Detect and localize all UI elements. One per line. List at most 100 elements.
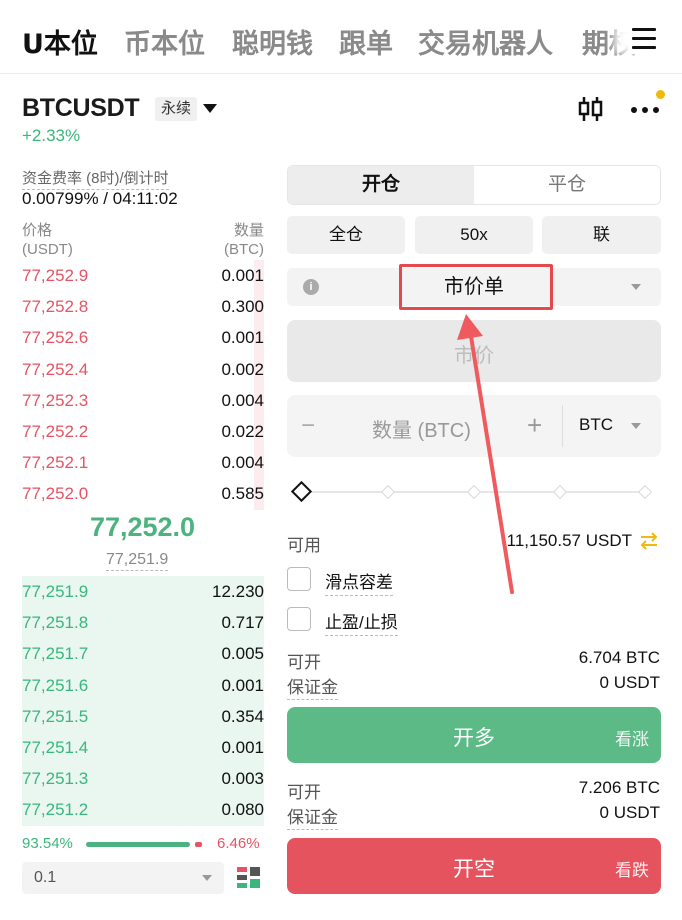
ask-price: 77,252.0 — [22, 484, 89, 504]
ask-qty: 0.004 — [221, 453, 264, 473]
ask-row[interactable]: 77,252.3 0.004 — [22, 384, 264, 416]
open-long-button[interactable]: 开多 看涨 — [287, 707, 661, 763]
depth-step-value: 0.1 — [34, 869, 57, 886]
funding-rate-label[interactable]: 资金费率 (8时)/倒计时 — [22, 167, 169, 190]
bid-price: 77,251.2 — [22, 800, 89, 820]
tab-coin-margined[interactable]: 币本位 — [124, 22, 205, 61]
swap-icon[interactable] — [639, 531, 659, 551]
tab-usdt-margined[interactable]: U本位 — [22, 22, 98, 61]
menu-icon[interactable] — [628, 24, 662, 54]
bid-price: 77,251.3 — [22, 769, 89, 789]
bid-price: 77,251.7 — [22, 644, 89, 664]
slippage-checkbox[interactable] — [287, 567, 311, 591]
layout-icon[interactable] — [236, 865, 262, 891]
long-margin-label[interactable]: 保证金 — [287, 673, 338, 700]
ask-row[interactable]: 77,252.1 0.004 — [22, 447, 264, 479]
qty-unit-select[interactable]: BTC — [579, 415, 613, 435]
short-margin-label[interactable]: 保证金 — [287, 803, 338, 830]
slider-tick-25[interactable] — [380, 484, 396, 500]
tab-open-position[interactable]: 开仓 — [288, 166, 474, 204]
open-short-label: 开空 — [453, 858, 495, 881]
top-nav: U本位 币本位 聪明钱 跟单 交易机器人 期权 — [0, 0, 682, 74]
ask-row[interactable]: 77,252.9 0.001 — [22, 260, 264, 292]
position-mode-button[interactable]: 联 — [542, 216, 661, 254]
bid-row[interactable]: 77,251.9 12.230 — [22, 576, 264, 608]
bid-list: 77,251.9 12.230 77,251.8 0.717 77,251.7 0.005… — [22, 576, 264, 826]
tab-close-position[interactable]: 平仓 — [474, 166, 660, 204]
ask-row[interactable]: 77,252.8 0.300 — [22, 291, 264, 323]
tpsl-checkbox[interactable] — [287, 607, 311, 631]
candlestick-icon[interactable] — [578, 95, 604, 123]
price-unit: (USDT) — [22, 241, 73, 258]
ask-qty: 0.022 — [221, 421, 264, 441]
available-label: 可用 — [287, 536, 321, 555]
slippage-label[interactable]: 滑点容差 — [325, 568, 393, 596]
bid-row[interactable]: 77,251.8 0.717 — [22, 607, 264, 639]
bid-price: 77,251.8 — [22, 613, 89, 633]
ask-qty: 0.002 — [221, 359, 264, 379]
long-can-open-value: 6.704 BTC — [578, 648, 660, 667]
qty-plus-button[interactable]: + — [527, 410, 542, 441]
ask-price: 77,252.1 — [22, 453, 89, 473]
tab-copy-trading[interactable]: 跟单 — [339, 22, 393, 61]
ask-row[interactable]: 77,252.4 0.002 — [22, 353, 264, 385]
qty-placeholder[interactable]: 数量 (BTC) — [372, 414, 471, 443]
bullish-label: 看涨 — [615, 730, 649, 749]
buy-sell-ratio-bar — [86, 842, 202, 847]
ask-row[interactable]: 77,252.2 0.022 — [22, 415, 264, 448]
ask-list: 77,252.9 0.001 77,252.8 0.300 77,252.6 0.001 7… — [22, 260, 264, 510]
available-value: 11,150.57 USDT — [506, 531, 632, 550]
bid-row[interactable]: 77,251.7 0.005 — [22, 638, 264, 670]
open-short-button[interactable]: 开空 看跌 — [287, 838, 661, 894]
short-can-open-label: 可开 — [287, 783, 321, 802]
bid-qty: 12.230 — [212, 582, 264, 601]
bid-qty: 0.354 — [221, 706, 264, 726]
more-icon[interactable] — [630, 96, 660, 122]
ask-price: 77,252.6 — [22, 328, 89, 348]
tab-trading-bot[interactable]: 交易机器人 — [418, 22, 553, 61]
bid-row[interactable]: 77,251.3 0.003 — [22, 763, 264, 795]
ask-qty: 0.300 — [221, 297, 264, 317]
ask-qty: 0.001 — [221, 328, 264, 348]
slider-tick-100[interactable] — [637, 484, 653, 500]
leverage-button[interactable]: 50x — [415, 216, 533, 254]
slider-handle[interactable] — [290, 480, 313, 503]
ask-row[interactable]: 77,252.6 0.001 — [22, 322, 264, 354]
bid-price: 77,251.6 — [22, 675, 89, 695]
symbol-name[interactable]: BTCUSDT — [22, 94, 140, 123]
margin-mode-button[interactable]: 全仓 — [287, 216, 405, 254]
tab-smart-money[interactable]: 聪明钱 — [232, 22, 313, 61]
price-placeholder: 市价 — [454, 345, 494, 367]
chevron-down-icon[interactable] — [203, 104, 217, 113]
ask-price: 77,252.9 — [22, 266, 89, 285]
ask-row[interactable]: 77,252.0 0.585 — [22, 478, 264, 510]
qty-unit: (BTC) — [224, 241, 264, 258]
bid-row[interactable]: 77,251.2 0.080 — [22, 794, 264, 826]
bid-price: 77,251.5 — [22, 706, 89, 726]
quantity-slider[interactable] — [290, 480, 653, 503]
bid-row[interactable]: 77,251.5 0.354 — [22, 700, 264, 732]
buy-ratio: 93.54% — [22, 835, 73, 852]
slider-tick-75[interactable] — [552, 484, 568, 500]
ask-price: 77,252.8 — [22, 297, 89, 317]
depth-step-select[interactable]: 0.1 — [22, 862, 224, 894]
bid-price: 77,251.4 — [22, 737, 89, 757]
mark-price[interactable]: 77,251.9 — [106, 551, 169, 571]
bid-row[interactable]: 77,251.6 0.001 — [22, 669, 264, 701]
bid-price: 77,251.9 — [22, 582, 89, 601]
chevron-down-icon — [631, 423, 641, 429]
short-margin-value: 0 USDT — [599, 803, 660, 822]
short-can-open-value: 7.206 BTC — [578, 778, 660, 797]
ask-price: 77,252.4 — [22, 359, 89, 379]
bid-qty: 0.001 — [221, 675, 264, 695]
slider-tick-50[interactable] — [466, 484, 482, 500]
last-price[interactable]: 77,252.0 — [0, 512, 285, 543]
quantity-input[interactable]: − 数量 (BTC) + BTC — [287, 395, 661, 457]
price-header: 价格 — [22, 222, 53, 239]
bid-row[interactable]: 77,251.4 0.001 — [22, 731, 264, 764]
bid-qty: 0.080 — [221, 800, 264, 820]
tpsl-label[interactable]: 止盈/止损 — [325, 608, 398, 636]
qty-minus-button[interactable]: − — [301, 412, 315, 440]
long-margin-value: 0 USDT — [599, 673, 660, 692]
perpetual-badge: 永续 — [155, 97, 198, 121]
